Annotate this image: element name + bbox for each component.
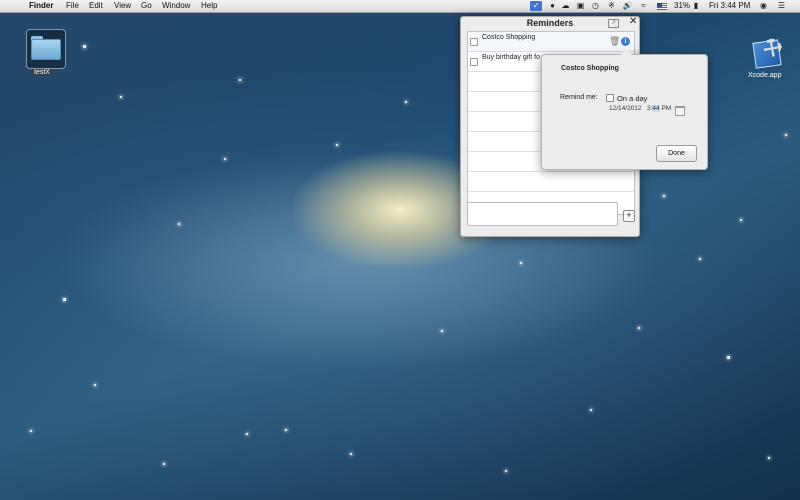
reminder-checkbox[interactable]	[470, 38, 478, 46]
menu-edit[interactable]: Edit	[89, 0, 103, 12]
notification-center-icon[interactable]: ☰	[776, 1, 787, 11]
reminder-text[interactable]: Buy birthday gift fo	[482, 54, 540, 61]
time-ampm[interactable]: PM	[660, 105, 671, 112]
on-a-day-label[interactable]: On a day	[617, 94, 647, 103]
star	[727, 356, 730, 359]
star	[405, 101, 407, 103]
clock[interactable]: Fri 3:44 PM	[709, 0, 750, 12]
star	[30, 430, 32, 432]
reminder-detail-popover: Costco Shopping Remind me: On a day 12/1…	[541, 49, 708, 170]
close-icon[interactable]: ✕	[629, 16, 637, 27]
xcode-app-icon[interactable]: ⚒	[752, 32, 787, 69]
popover-arrow	[620, 49, 632, 55]
menu-window[interactable]: Window	[162, 0, 190, 12]
star	[63, 298, 66, 301]
star	[163, 463, 165, 465]
menu-bar: Finder File Edit View Go Window Help ✓ ●…	[0, 0, 800, 13]
time-machine-icon[interactable]: ◷	[590, 1, 601, 11]
folder-body	[31, 39, 61, 60]
new-reminder-input[interactable]	[467, 202, 618, 226]
menu-file[interactable]: File	[66, 0, 79, 12]
time-field[interactable]: 3:44 PM	[647, 105, 671, 112]
empty-row[interactable]	[468, 172, 634, 192]
star	[740, 219, 742, 221]
star	[178, 223, 180, 225]
detail-title[interactable]: Costco Shopping	[561, 65, 619, 72]
star	[350, 453, 352, 455]
cloud-icon[interactable]: ☁	[560, 1, 571, 11]
reminder-checkbox[interactable]	[470, 58, 478, 66]
on-a-day-checkbox[interactable]	[606, 94, 614, 102]
folder-icon[interactable]	[31, 36, 61, 60]
us-flag-input-icon[interactable]	[657, 3, 667, 10]
menu-view[interactable]: View	[114, 0, 131, 12]
star	[785, 134, 787, 136]
menu-finder[interactable]: Finder	[29, 0, 53, 12]
star	[590, 409, 592, 411]
menu-help[interactable]: Help	[201, 0, 217, 12]
star	[520, 262, 522, 264]
evernote-icon[interactable]: ●	[547, 1, 558, 11]
box-icon[interactable]: ▣	[575, 1, 586, 11]
star	[239, 79, 241, 81]
bluetooth-icon[interactable]: ※	[606, 1, 617, 11]
star	[505, 470, 507, 472]
star	[285, 429, 287, 431]
star	[699, 258, 701, 260]
info-icon[interactable]: i	[621, 37, 630, 46]
star	[336, 144, 338, 146]
done-button[interactable]: Done	[656, 145, 697, 162]
star	[768, 457, 770, 459]
star	[94, 384, 96, 386]
xcode-label[interactable]: Xcode.app	[745, 72, 784, 79]
date-field[interactable]: 12/14/2012	[609, 105, 642, 112]
star	[120, 96, 122, 98]
reminders-menu-icon[interactable]: ✓	[530, 1, 542, 11]
remind-me-label: Remind me:	[560, 94, 598, 101]
list-item[interactable]: Costco Shopping 🗑 i	[468, 32, 634, 52]
star	[83, 45, 86, 48]
time-minute-selected[interactable]: 44	[652, 105, 660, 112]
star	[663, 195, 665, 197]
share-icon[interactable]: ↗	[608, 19, 619, 28]
add-reminder-button[interactable]: +	[623, 210, 635, 222]
battery-icon[interactable]: ▮	[690, 1, 702, 11]
star	[638, 327, 640, 329]
star	[441, 330, 443, 332]
star	[246, 433, 248, 435]
menu-go[interactable]: Go	[141, 0, 152, 12]
user-icon[interactable]: ◉	[758, 1, 769, 11]
folder-label[interactable]: testX	[31, 69, 53, 76]
reminder-text[interactable]: Costco Shopping	[482, 34, 535, 41]
calendar-icon[interactable]	[675, 106, 685, 116]
battery-percent[interactable]: 31%	[674, 0, 690, 12]
volume-icon[interactable]: 🔊	[622, 1, 633, 11]
wifi-icon[interactable]: ≈	[638, 1, 649, 11]
trash-icon[interactable]: 🗑	[609, 36, 620, 47]
star	[224, 158, 226, 160]
